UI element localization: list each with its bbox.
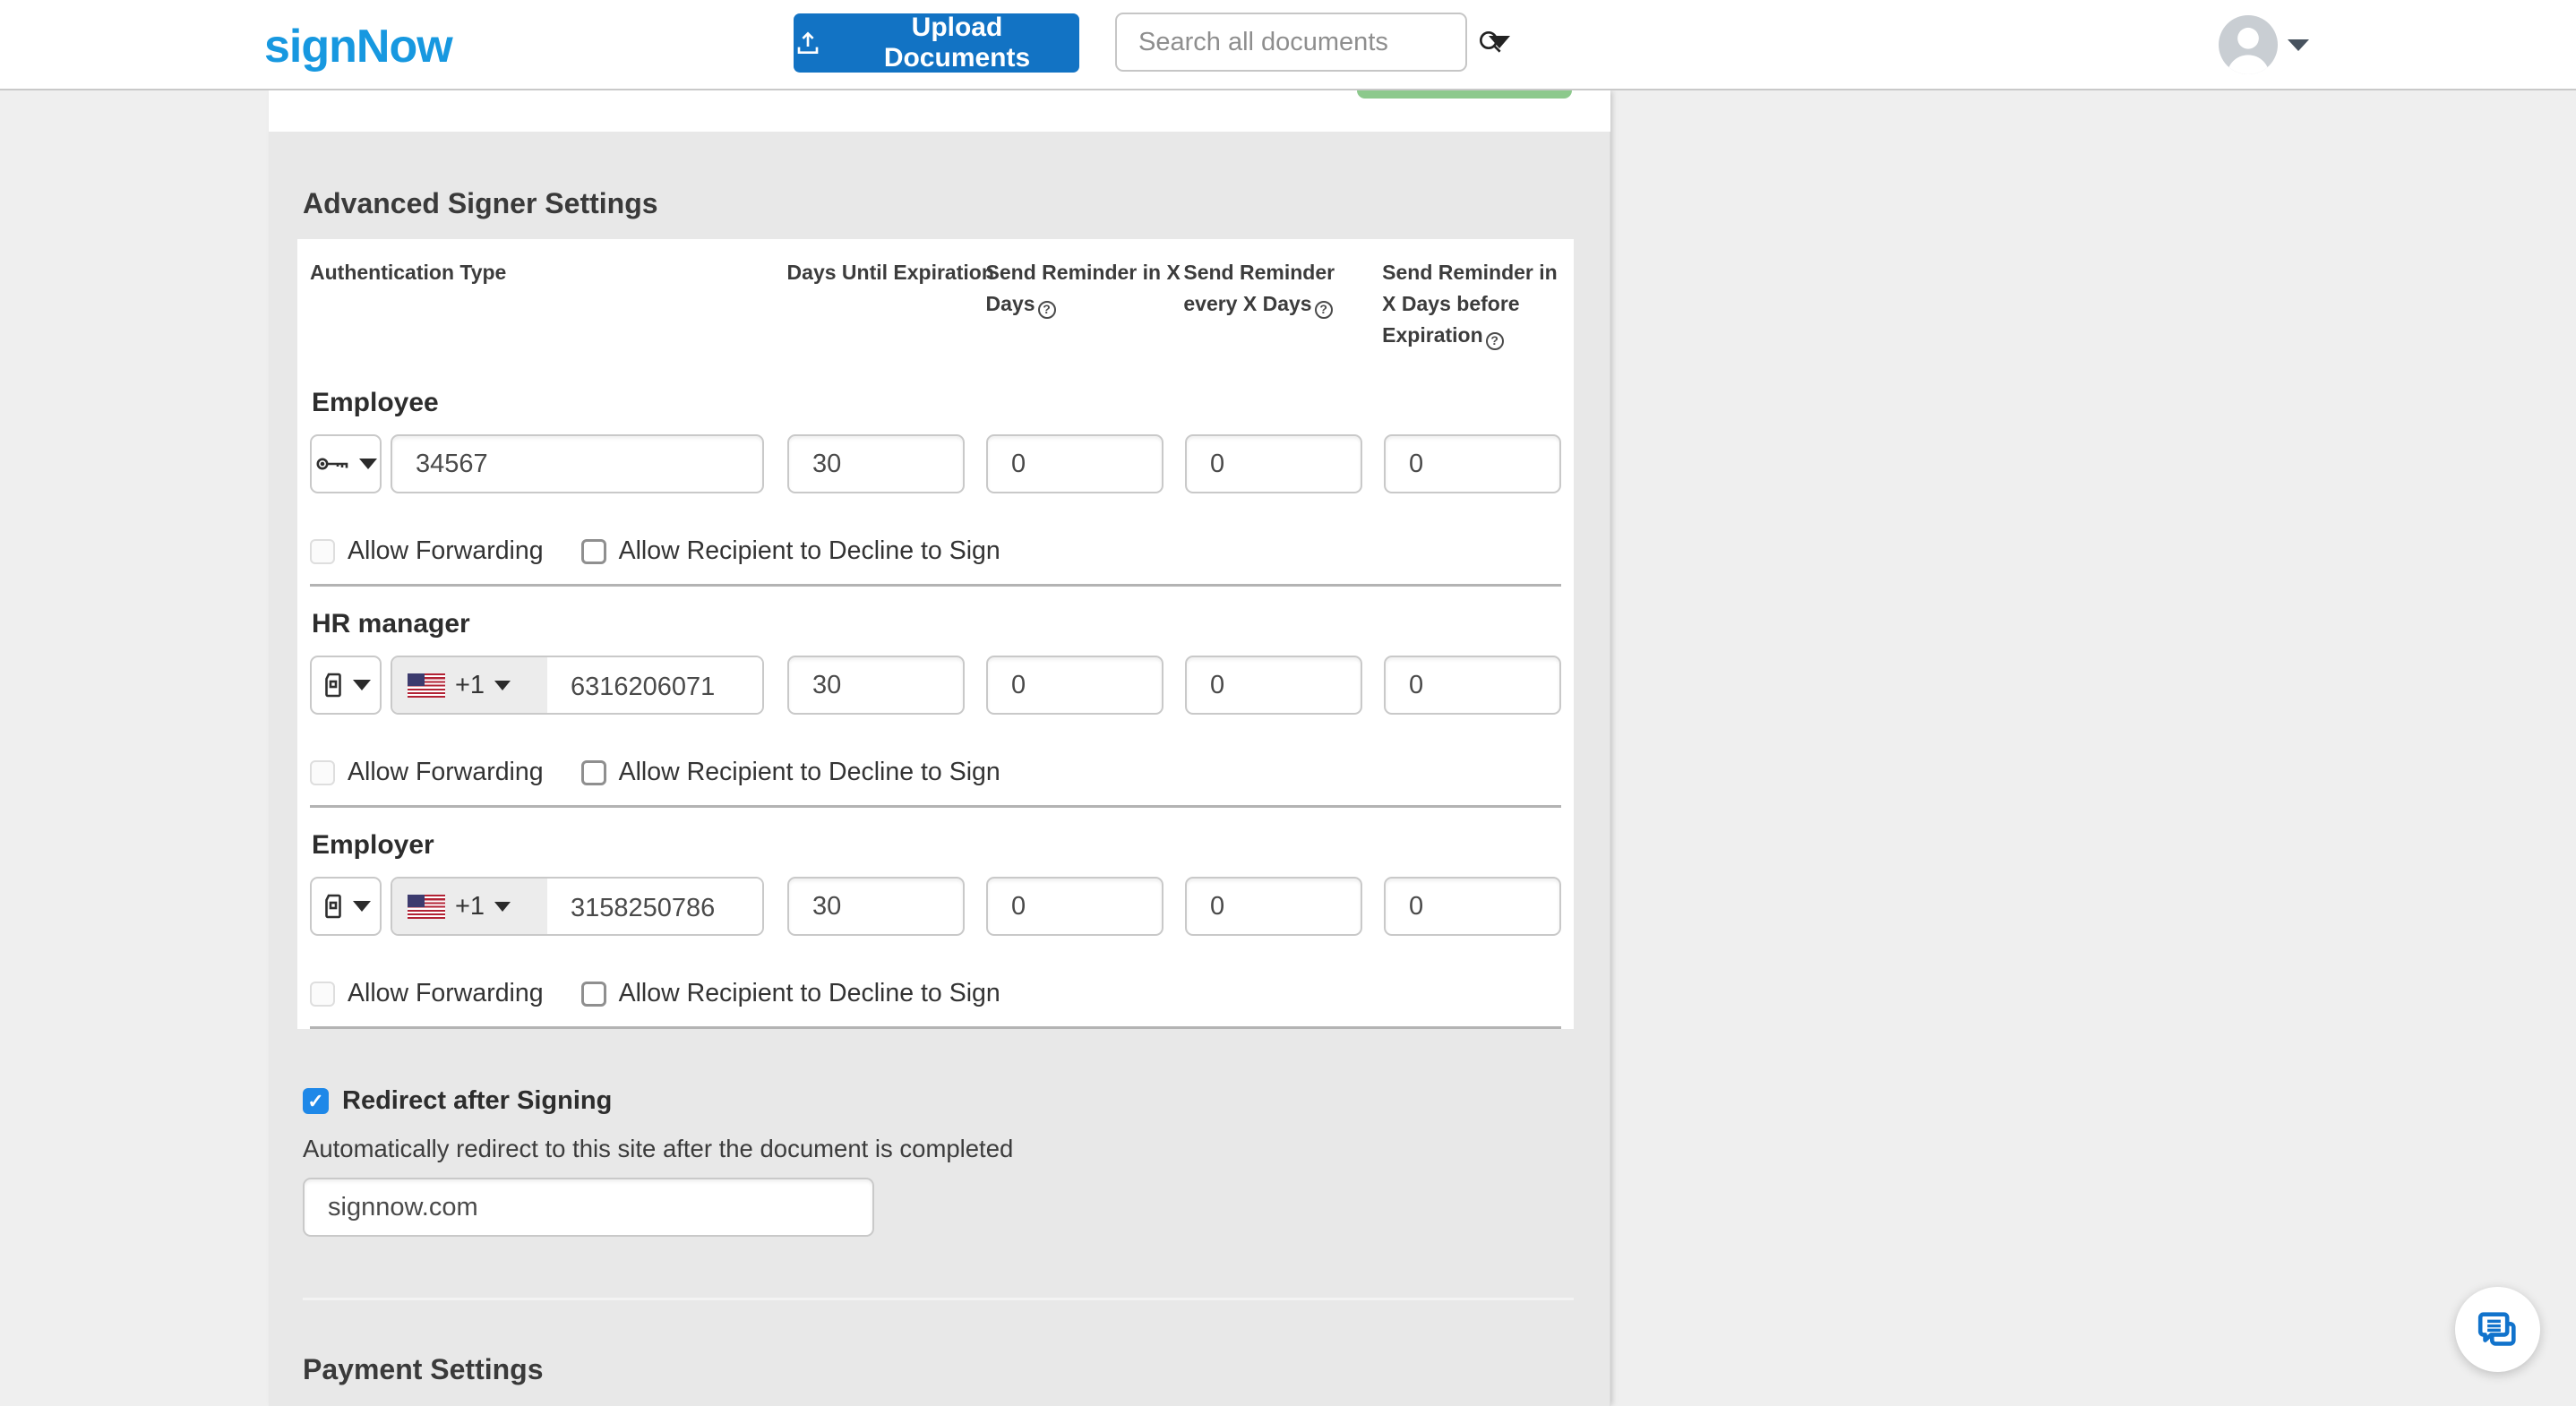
allow-forwarding-label: Allow Forwarding [348,979,544,1007]
key-icon [315,452,351,476]
signer-section-employee: Employee 34567 30 0 0 0 Allow Forwarding… [310,365,1561,587]
chevron-down-icon [358,459,377,469]
days-until-expiration-input[interactable] [787,877,965,936]
search-input[interactable] [1117,27,1476,57]
settings-panel: Advanced Signer Settings Authentication … [269,90,1610,1406]
country-code-dropdown[interactable]: +1 [392,657,547,713]
table-header-row: Authentication Type Days Until Expiratio… [310,239,1561,365]
signer-settings-table: Authentication Type Days Until Expiratio… [297,239,1574,1029]
col-days-until-expiration: Days Until Expiration [786,261,994,284]
redirect-after-signing-label: Redirect after Signing [342,1086,613,1115]
col-send-reminder-in-x-days: Send Reminder in X Days [986,257,1184,365]
allow-decline-label: Allow Recipient to Decline to Sign [618,758,1000,786]
allow-forwarding-checkbox[interactable] [310,759,335,785]
phone-number-input[interactable] [547,657,762,713]
allow-decline-checkbox[interactable] [580,981,606,1007]
allow-decline-checkbox[interactable] [580,759,606,785]
top-navbar: signNow Upload Documents [0,0,2576,90]
advanced-signer-settings-title: Advanced Signer Settings [303,187,658,219]
allow-forwarding-checkbox[interactable] [310,981,335,1007]
chevron-down-icon [494,680,511,690]
days-until-expiration-input[interactable] [787,434,965,493]
redirect-after-signing-checkbox[interactable] [303,1088,329,1114]
avatar[interactable] [2219,15,2278,74]
signer-name: Employer [312,830,434,860]
send-reminder-every-days-input[interactable] [1185,656,1362,715]
col-send-reminder-before-expiration: Send Reminder in X Days before Expiratio… [1382,257,1561,365]
phone-auth-group: +1 [391,656,764,715]
send-reminder-before-expiration-input[interactable] [1384,434,1561,493]
help-icon[interactable] [1485,331,1504,350]
section-divider [303,1298,1574,1300]
allow-forwarding-checkbox[interactable] [310,538,335,564]
help-icon[interactable] [1037,300,1056,319]
live-chat-button[interactable] [2455,1287,2540,1372]
send-reminder-in-days-input[interactable] [986,877,1163,936]
chevron-down-icon [352,901,371,912]
chevron-down-icon [352,680,371,690]
allow-decline-label: Allow Recipient to Decline to Sign [618,979,1000,1007]
allow-forwarding-label: Allow Forwarding [348,536,544,565]
col-authentication-type: Authentication Type [310,261,507,284]
signer-name: Employee [312,388,439,417]
phone-auth-group: +1 [391,877,764,936]
upload-documents-button[interactable]: Upload Documents [794,13,1079,73]
redirect-after-signing-section: Redirect after Signing Automatically red… [303,1086,1013,1237]
phone-icon [322,892,345,921]
search-bar [1115,13,1501,72]
allow-forwarding-label: Allow Forwarding [348,758,544,786]
allow-decline-label: Allow Recipient to Decline to Sign [618,536,1000,565]
col-send-reminder-every-x-days: Send Reminder every X Days [1183,257,1382,365]
redirect-description: Automatically redirect to this site afte… [303,1135,1014,1162]
auth-type-dropdown-password[interactable] [310,434,382,493]
country-code-dropdown[interactable]: +1 [392,879,547,934]
allow-decline-checkbox[interactable] [580,538,606,564]
send-reminder-every-days-input[interactable] [1185,434,1362,493]
send-reminder-in-days-input[interactable] [986,656,1163,715]
partially-hidden-green-button[interactable] [1357,90,1572,99]
send-reminder-in-days-input[interactable] [986,434,1163,493]
signnow-logo[interactable]: signNow [264,20,453,73]
phone-number-input[interactable] [547,879,762,934]
payment-settings-title: Payment Settings [303,1353,544,1385]
chevron-down-icon [494,901,511,912]
send-reminder-before-expiration-input[interactable] [1384,877,1561,936]
phone-icon [322,671,345,699]
signer-section-employer: Employer +1 3158250786 30 0 0 0 Allow Fo… [310,808,1561,1029]
auth-type-dropdown-phone[interactable] [310,656,382,715]
upload-icon [794,29,822,57]
signer-section-hr-manager: HR manager +1 6316206071 30 0 0 0 Allow … [310,587,1561,808]
redirect-url-input[interactable] [303,1178,874,1237]
chat-bubbles-icon [2476,1307,2520,1352]
send-reminder-before-expiration-input[interactable] [1384,656,1561,715]
us-flag-icon [408,894,445,919]
us-flag-icon [408,673,445,698]
days-until-expiration-input[interactable] [787,656,965,715]
help-icon[interactable] [1314,300,1333,319]
send-reminder-every-days-input[interactable] [1185,877,1362,936]
password-auth-input[interactable] [391,434,764,493]
account-menu-caret[interactable] [2288,39,2309,51]
signer-name: HR manager [312,609,470,639]
auth-type-dropdown-phone[interactable] [310,877,382,936]
search-scope-dropdown[interactable] [1489,36,1510,48]
